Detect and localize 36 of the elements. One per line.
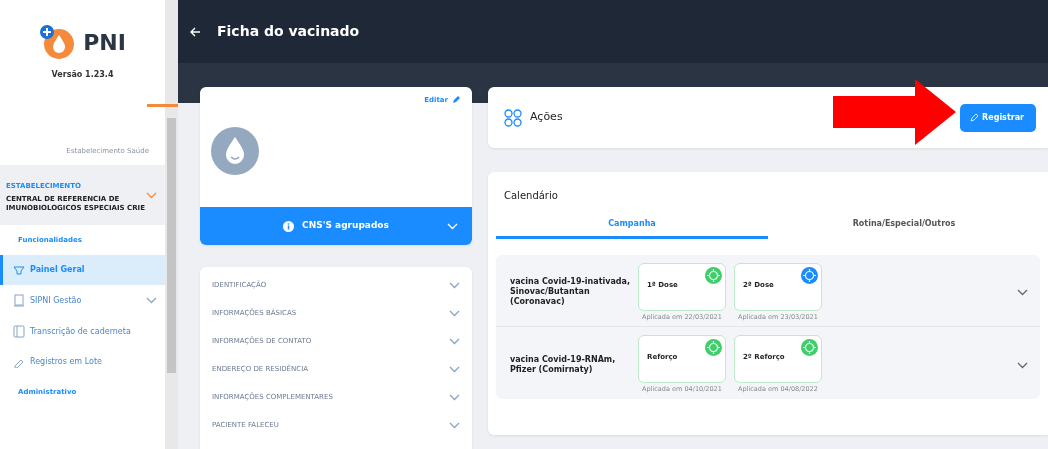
back-icon[interactable] [190, 26, 201, 37]
device-icon [13, 294, 25, 308]
chevron-icon [447, 222, 458, 230]
pencil-icon [970, 113, 979, 122]
expand-icon[interactable] [1017, 288, 1028, 296]
scrollbar-thumb[interactable] [167, 118, 176, 373]
chevron-icon [449, 365, 460, 373]
chevron-icon [449, 421, 460, 429]
version-text: Versão 1.23.4 [51, 70, 114, 79]
tab[interactable]: Campanha [496, 211, 768, 239]
chevron-icon [449, 393, 460, 401]
info-icon [283, 220, 295, 232]
vaccine-name: vacina Covid-19-RNAm, Pfizer (Comirnaty) [510, 355, 617, 376]
card-title: Ações [530, 109, 563, 126]
book-icon [13, 325, 25, 339]
expand-icon[interactable] [1017, 361, 1028, 369]
card-title: Calendário [504, 190, 558, 201]
chevron-icon [449, 309, 460, 317]
register-button[interactable]: Registrar [960, 103, 1036, 132]
chevron-icon [449, 337, 460, 345]
avatar-icon [211, 127, 259, 175]
sidebar-item[interactable]: Registros em Lote [0, 347, 165, 378]
filter-icon [13, 264, 25, 276]
sidebar-item[interactable]: SIPNI Gestão [0, 285, 165, 317]
page-title: Ficha do vacinado [217, 22, 360, 41]
sidebar-item[interactable]: Painel Geral [0, 255, 165, 286]
vaccine-name: vacina Covid-19-inativada, Sinovac/Butantan (Coronavac) [510, 277, 631, 308]
drop-logo-icon [39, 24, 76, 60]
logo-text: PNI [83, 28, 126, 57]
pencil-icon [452, 96, 460, 105]
tab[interactable]: Rotina/Especial/Outros [768, 211, 1040, 239]
chevron-icon [449, 281, 460, 289]
chevron-icon [146, 192, 157, 200]
cns-button[interactable]: CNS'S agrupados [200, 207, 472, 245]
grid-icon [504, 108, 522, 127]
sidebar-item[interactable]: Transcrição de caderneta [0, 316, 165, 348]
